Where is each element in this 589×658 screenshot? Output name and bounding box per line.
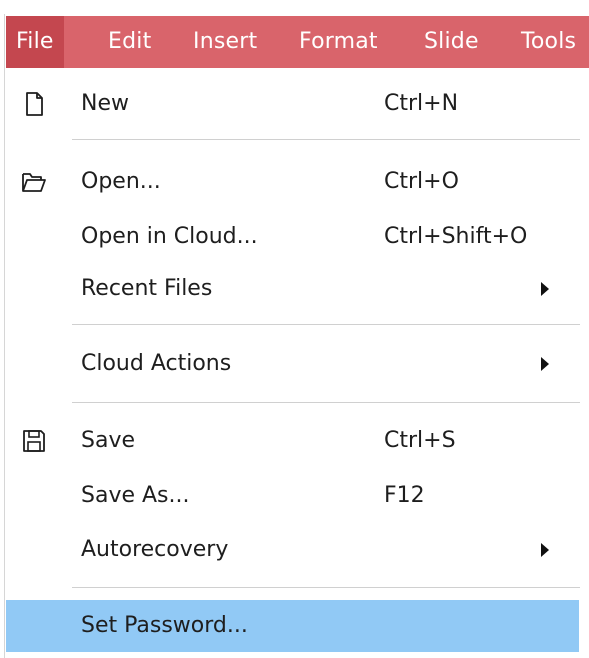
menu-item-shortcut: Ctrl+S bbox=[384, 428, 456, 453]
submenu-arrow-icon bbox=[541, 543, 549, 557]
file-menu-dropdown: New Ctrl+N Open... Ctrl+O Open in Cloud.… bbox=[6, 68, 589, 658]
new-document-icon bbox=[20, 90, 48, 118]
menu-item-shortcut: Ctrl+N bbox=[384, 91, 459, 116]
menu-item-cloud-actions[interactable]: Cloud Actions bbox=[6, 338, 589, 390]
menu-item-shortcut: F12 bbox=[384, 483, 425, 508]
menu-item-label: Recent Files bbox=[81, 276, 213, 301]
menu-item-label: New bbox=[81, 91, 129, 116]
menu-item-save-as[interactable]: Save As... F12 bbox=[6, 470, 589, 522]
save-icon bbox=[20, 427, 48, 455]
menu-item-shortcut: Ctrl+Shift+O bbox=[384, 224, 528, 249]
menu-item-new[interactable]: New Ctrl+N bbox=[6, 78, 589, 130]
menubar: File Edit Insert Format Slide Tools bbox=[6, 16, 589, 68]
menu-file[interactable]: File bbox=[6, 16, 64, 68]
menu-separator bbox=[72, 139, 580, 140]
menu-edit[interactable]: Edit bbox=[108, 16, 151, 68]
submenu-arrow-icon bbox=[541, 282, 549, 296]
menu-slide[interactable]: Slide bbox=[424, 16, 479, 68]
menu-item-open[interactable]: Open... Ctrl+O bbox=[6, 156, 589, 208]
menu-item-save[interactable]: Save Ctrl+S bbox=[6, 415, 589, 467]
menu-separator bbox=[72, 324, 580, 325]
submenu-arrow-icon bbox=[541, 357, 549, 371]
menu-item-label: Autorecovery bbox=[81, 537, 229, 562]
menu-item-label: Open in Cloud... bbox=[81, 224, 258, 249]
menu-item-set-password[interactable]: Set Password... bbox=[6, 600, 579, 652]
menu-item-recent-files[interactable]: Recent Files bbox=[6, 263, 589, 315]
app-window: File Edit Insert Format Slide Tools New … bbox=[0, 0, 589, 658]
menu-item-label: Cloud Actions bbox=[81, 351, 232, 376]
menu-item-autorecovery[interactable]: Autorecovery bbox=[6, 524, 589, 576]
menu-item-label: Save As... bbox=[81, 483, 190, 508]
menu-item-shortcut: Ctrl+O bbox=[384, 169, 459, 194]
menu-insert[interactable]: Insert bbox=[193, 16, 257, 68]
menu-item-label: Set Password... bbox=[81, 613, 248, 638]
open-folder-icon bbox=[20, 168, 48, 196]
menu-separator bbox=[72, 587, 580, 588]
menu-tools[interactable]: Tools bbox=[521, 16, 576, 68]
menu-item-label: Save bbox=[81, 428, 136, 453]
menu-item-label: Open... bbox=[81, 169, 161, 194]
menu-format[interactable]: Format bbox=[299, 16, 378, 68]
menu-item-open-in-cloud[interactable]: Open in Cloud... Ctrl+Shift+O bbox=[6, 211, 589, 263]
menu-separator bbox=[72, 402, 580, 403]
